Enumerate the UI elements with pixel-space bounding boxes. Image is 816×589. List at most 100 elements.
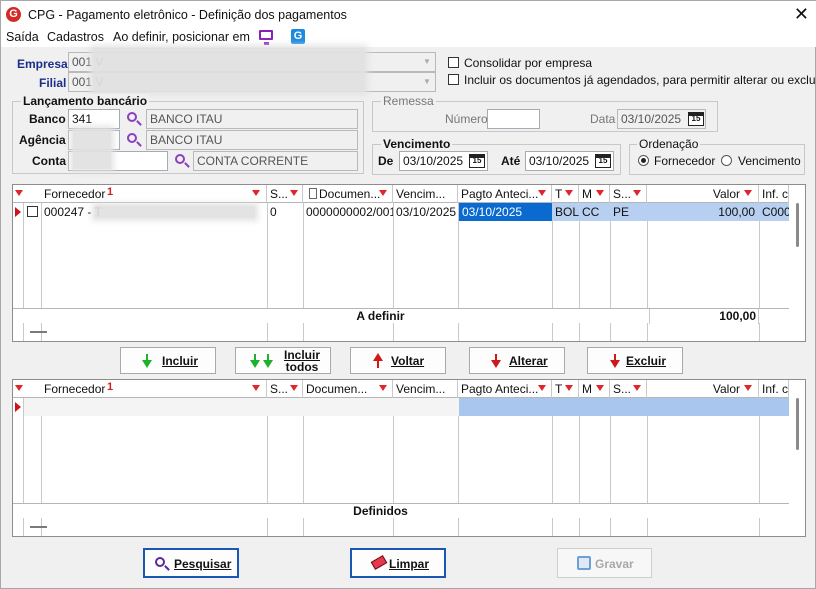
filter-icon[interactable] <box>538 190 546 196</box>
filter-icon[interactable] <box>596 190 604 196</box>
filter-icon[interactable] <box>252 385 260 391</box>
filter-icon[interactable] <box>379 385 387 391</box>
calendar-icon[interactable]: 15 <box>469 154 485 168</box>
filter-icon[interactable] <box>596 385 604 391</box>
search-icon[interactable] <box>126 111 142 127</box>
cell-m: CC <box>579 203 610 221</box>
monitor-icon[interactable] <box>259 30 273 45</box>
calendar-icon[interactable]: 15 <box>595 154 611 168</box>
col-valor[interactable]: Valor <box>647 380 759 398</box>
col-inf[interactable]: Inf. co <box>759 380 789 398</box>
limpar-button[interactable]: Limpar <box>350 548 446 578</box>
filter-icon[interactable] <box>565 385 573 391</box>
banco-name-field: BANCO ITAU <box>146 109 358 129</box>
menu-saida[interactable]: Saída <box>6 30 39 44</box>
g-app-icon[interactable]: G <box>291 29 305 44</box>
horizontal-scrollbar[interactable] <box>30 526 47 528</box>
row-indicator-icon <box>15 207 21 217</box>
row-indicator-icon <box>15 402 21 412</box>
data-label: Data <box>590 112 616 126</box>
filter-icon[interactable] <box>633 190 641 196</box>
grid-header: Fornecedor 1 S... Documen... Vencim... P… <box>13 185 789 203</box>
agencia-label: Agência <box>19 133 66 147</box>
incluir-todos-button[interactable]: Incluir todos <box>235 347 331 374</box>
col-fornecedor[interactable]: Fornecedor <box>41 185 267 203</box>
col-m[interactable]: M <box>579 185 610 203</box>
cell-s: 0 <box>270 205 277 219</box>
col-valor[interactable]: Valor <box>647 185 759 203</box>
numero-input[interactable] <box>487 109 540 129</box>
filter-icon[interactable] <box>744 190 752 196</box>
numero-label: Número <box>445 112 488 126</box>
incluir-todos-label: Incluir todos <box>283 348 320 374</box>
col-vencimento[interactable]: Vencim... <box>393 380 458 398</box>
filter-icon[interactable] <box>744 385 752 391</box>
menu-bar: Saída Cadastros Ao definir, posicionar e… <box>1 29 816 47</box>
grid-header: Fornecedor 1 S... Documen... Vencim... P… <box>13 380 789 398</box>
redaction-blur <box>93 48 365 92</box>
incluir-agendados-label: Incluir os documentos já agendados, para… <box>464 73 816 87</box>
voltar-button[interactable]: Voltar <box>350 347 446 374</box>
gravar-button[interactable]: Gravar <box>557 548 652 578</box>
filter-icon[interactable] <box>633 385 641 391</box>
cell-t: BOL <box>552 203 579 221</box>
grid-footer: A definir 100,00 <box>13 308 789 324</box>
calendar-icon[interactable]: 15 <box>688 112 704 126</box>
arrow-down-icon <box>263 354 273 368</box>
consolidar-checkbox[interactable] <box>448 57 459 68</box>
menu-cadastros[interactable]: Cadastros <box>47 30 104 44</box>
filter-icon[interactable] <box>290 190 298 196</box>
arrow-down-icon <box>250 354 260 368</box>
chevron-down-icon[interactable]: ▼ <box>420 74 434 90</box>
agencia-name-field: BANCO ITAU <box>146 130 358 150</box>
search-icon[interactable] <box>174 153 190 169</box>
filter-icon[interactable] <box>379 190 387 196</box>
sort-asc-icon: 1 <box>107 381 114 393</box>
search-icon[interactable] <box>126 132 142 148</box>
ordenacao-vencimento-label: Vencimento <box>738 154 801 168</box>
row-empty-selected <box>459 398 789 416</box>
window-title: CPG - Pagamento eletrônico - Definição d… <box>28 8 347 22</box>
filter-icon[interactable] <box>252 190 260 196</box>
incluir-button[interactable]: Incluir <box>120 347 216 374</box>
vertical-scrollbar[interactable] <box>796 398 799 450</box>
chevron-down-icon[interactable]: ▼ <box>420 54 434 70</box>
grid-footer: Definidos <box>13 503 789 518</box>
empresa-label: Empresa <box>17 57 68 71</box>
row-checkbox[interactable] <box>27 206 38 217</box>
excluir-button[interactable]: Excluir <box>587 347 683 374</box>
menu-ao-definir-posicionar[interactable]: Ao definir, posicionar em <box>113 30 250 44</box>
alterar-button[interactable]: Alterar <box>469 347 565 374</box>
ate-label: Até <box>501 154 521 168</box>
vertical-scrollbar[interactable] <box>796 203 799 247</box>
filter-icon[interactable] <box>290 385 298 391</box>
filter-icon[interactable] <box>565 190 573 196</box>
banco-code-input[interactable]: 341 <box>68 109 120 129</box>
redaction-blur <box>95 206 255 218</box>
save-icon <box>577 556 591 570</box>
filter-icon[interactable] <box>538 385 546 391</box>
banco-label: Banco <box>29 112 66 126</box>
col-vencimento[interactable]: Vencim... <box>393 185 458 203</box>
conta-type-value: CONTA CORRENTE <box>197 154 309 168</box>
col-s2[interactable]: S... <box>610 380 647 398</box>
col-m[interactable]: M <box>579 380 610 398</box>
horizontal-scrollbar[interactable] <box>30 331 47 333</box>
consolidar-label: Consolidar por empresa <box>464 56 593 70</box>
col-s2[interactable]: S... <box>610 185 647 203</box>
col-inf[interactable]: Inf. co <box>759 185 789 203</box>
cell-pagto-antecipado[interactable]: 03/10/2025 <box>459 203 552 221</box>
sort-asc-icon: 1 <box>107 186 114 198</box>
filter-icon[interactable] <box>15 190 23 196</box>
filter-icon[interactable] <box>15 385 23 391</box>
close-icon[interactable]: ✕ <box>794 4 809 24</box>
ordenacao-fornecedor-radio[interactable] <box>638 155 649 166</box>
incluir-agendados-checkbox[interactable] <box>448 74 459 85</box>
ordenacao-vencimento-radio[interactable] <box>721 155 732 166</box>
vencimento-de-value: 03/10/2025 <box>403 154 464 168</box>
redaction-blur <box>73 129 111 169</box>
table-row-empty[interactable] <box>13 398 789 416</box>
document-icon <box>309 188 317 199</box>
col-fornecedor[interactable]: Fornecedor <box>41 380 267 398</box>
pesquisar-button[interactable]: Pesquisar <box>143 548 239 578</box>
